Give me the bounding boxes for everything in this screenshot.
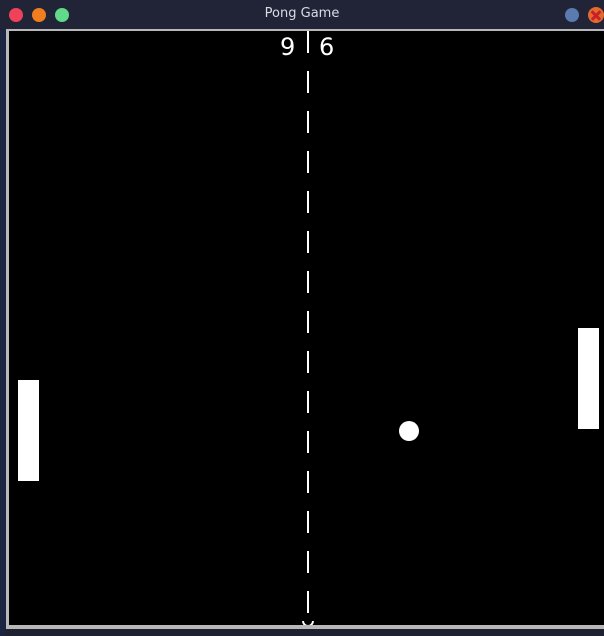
ball <box>399 421 419 441</box>
center-net <box>307 31 309 625</box>
right-paddle <box>578 328 599 429</box>
left-paddle <box>18 380 39 481</box>
window-titlebar[interactable]: Pong Game <box>0 0 604 29</box>
net-end-marker <box>302 621 314 625</box>
left-player-score: 9 <box>280 33 296 61</box>
window-title: Pong Game <box>264 6 340 21</box>
close-icon[interactable] <box>588 7 604 23</box>
game-canvas[interactable]: 9 6 <box>9 31 604 625</box>
right-player-score: 6 <box>319 33 335 61</box>
minimize-button[interactable] <box>565 8 579 22</box>
